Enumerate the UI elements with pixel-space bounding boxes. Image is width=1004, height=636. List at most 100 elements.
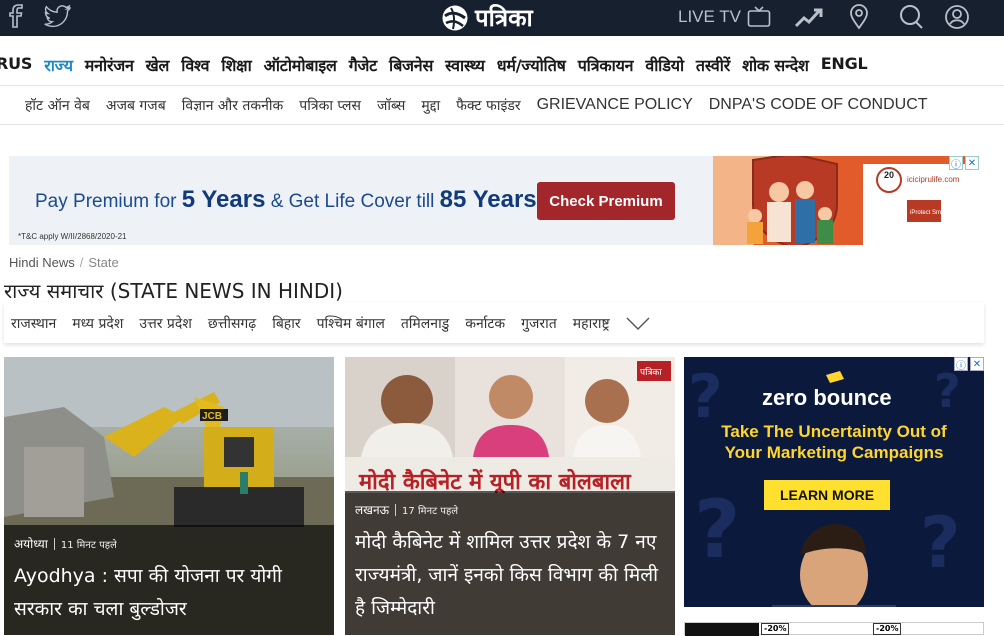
location-icon[interactable] <box>846 4 872 30</box>
ad-tagline-line-2: Your Marketing Campaigns <box>724 443 944 462</box>
subnav-item-dnpa-code[interactable]: DNPA'S CODE OF CONDUCT <box>709 96 928 115</box>
story-overlay: लखनऊ 17 मिनट पहले मोदी कैबिनेट में शामिल… <box>345 491 675 635</box>
story-card-ayodhya[interactable]: JCB अयोध्या 11 मिनट पहले Ayodhya : सपा क… <box>4 357 334 635</box>
breadcrumb-current: State <box>88 255 119 270</box>
story-city[interactable]: लखनऊ <box>355 501 389 518</box>
state-tab-west-bengal[interactable]: पश्चिम बंगाल <box>317 314 385 333</box>
ad-family-illustration: 20 iciciprulife.com iProtect Smart <box>713 156 979 245</box>
learn-more-button[interactable]: LEARN MORE <box>764 480 890 510</box>
subnav-item-hot-on-web[interactable]: हॉट ऑन वेब <box>25 96 90 115</box>
ad-info-icon[interactable]: ⓘ <box>949 156 963 171</box>
zerobounce-ad[interactable]: ? ? ? ? zero bounce Take The Uncertainty… <box>684 357 984 607</box>
state-tab-karnataka[interactable]: कर्नाटक <box>465 314 505 333</box>
subnav-item-jobs[interactable]: जॉब्स <box>377 96 405 115</box>
nav-item-rus[interactable]: RUS <box>0 54 32 76</box>
nav-item-patrikayan[interactable]: पत्रिकायन <box>578 54 634 76</box>
svg-text:?: ? <box>920 502 961 584</box>
story-city[interactable]: अयोध्या <box>14 535 48 552</box>
state-tab-uttar-pradesh[interactable]: उत्तर प्रदेश <box>139 314 191 333</box>
story-headline-line-2: सरकार का चला बुल्डोजर <box>14 598 187 620</box>
story-headline[interactable]: मोदी कैबिनेट में शामिल उत्तर प्रदेश के 7… <box>355 526 667 625</box>
svg-text:?: ? <box>934 364 961 418</box>
ad-text-mid: & Get Life Cover till <box>270 191 435 212</box>
top-ad-banner[interactable]: Pay Premium for 5 Years & Get Life Cover… <box>9 156 979 245</box>
jcb-label: JCB <box>202 411 222 422</box>
ad-close-icon[interactable]: ✕ <box>965 156 979 170</box>
story-headline-line-1: Ayodhya : सपा की योजना पर योगी <box>14 565 282 587</box>
nav-item-photos[interactable]: तस्वीरें <box>696 54 730 76</box>
ad-years-1: 5 Years <box>181 186 266 213</box>
ad-close-icon[interactable]: ✕ <box>970 357 984 371</box>
ad-product: iProtect Smart <box>910 210 948 216</box>
breadcrumb-home[interactable]: Hindi News <box>9 255 75 270</box>
state-tabs: राजस्थान मध्य प्रदेश उत्तर प्रदेश छत्तीस… <box>4 303 984 343</box>
ad-site: iciciprulife.com <box>907 175 960 184</box>
ad-choices[interactable]: ⓘ ✕ <box>949 156 979 171</box>
nav-item-religion[interactable]: धर्म/ज्योतिष <box>497 54 566 76</box>
breadcrumb-separator: / <box>79 255 84 270</box>
nav-item-video[interactable]: वीडियो <box>645 54 684 76</box>
ad-brand: zero bounce <box>762 385 892 410</box>
sub-nav: हॉट ऑन वेब अजब गजब विज्ञान और तकनीक पत्र… <box>0 85 1004 125</box>
nav-item-english[interactable]: ENGL <box>821 54 868 76</box>
facebook-icon[interactable] <box>6 4 28 28</box>
svg-text:?: ? <box>694 483 740 576</box>
subnav-item-science-tech[interactable]: विज्ञान और तकनीक <box>182 96 284 115</box>
breadcrumb: Hindi News / State <box>9 255 119 270</box>
patrika-watermark: पत्रिका <box>640 366 662 378</box>
story-card-lucknow[interactable]: पत्रिका मोदी कैबिनेट में यूपी का बोलबाला… <box>345 357 675 635</box>
search-icon[interactable] <box>898 4 924 30</box>
subnav-item-mudda[interactable]: मुद्दा <box>421 96 440 115</box>
nav-item-shiksha[interactable]: शिक्षा <box>221 54 251 76</box>
live-tv-link[interactable]: LIVE TV <box>678 6 771 28</box>
live-tv-label: LIVE TV <box>678 7 741 26</box>
top-bar: पत्रिका LIVE TV <box>0 0 1004 36</box>
patrika-logo[interactable]: पत्रिका <box>441 4 533 32</box>
brand-name: पत्रिका <box>475 4 533 32</box>
ad-tagline-line-1: Take The Uncertainty Out of <box>721 422 947 441</box>
nav-item-gadget[interactable]: गैजेट <box>349 54 378 76</box>
page-title: राज्य समाचार (STATE NEWS IN HINDI) <box>4 279 343 303</box>
nav-item-health[interactable]: स्वास्थ्य <box>445 54 485 76</box>
discount-badge-2: -20% <box>873 623 902 635</box>
tv-icon <box>747 6 771 27</box>
ad-choices[interactable]: ⓘ ✕ <box>954 357 984 372</box>
chevron-down-icon[interactable] <box>626 317 650 331</box>
ad-headline: Pay Premium for 5 Years & Get Life Cover… <box>35 186 540 214</box>
globe-logo-icon <box>442 5 468 31</box>
nav-item-manoranjan[interactable]: मनोरंजन <box>85 54 134 76</box>
nav-item-automobile[interactable]: ऑटोमोबाइल <box>264 54 337 76</box>
story-time: 11 मिनट पहले <box>60 539 117 551</box>
subnav-item-patrika-plus[interactable]: पत्रिका प्लस <box>299 96 361 115</box>
trending-icon[interactable] <box>794 4 824 30</box>
state-tab-maharashtra[interactable]: महाराष्ट्र <box>573 314 610 333</box>
nav-item-rajya[interactable]: राज्य <box>44 54 73 76</box>
nav-item-business[interactable]: बिजनेस <box>389 54 433 76</box>
story-headline-line-1: मोदी कैबिनेट में शामिल उत्तर प्रदेश के 7… <box>355 531 657 553</box>
state-tab-rajasthan[interactable]: राजस्थान <box>11 314 56 333</box>
state-tab-chhattisgarh[interactable]: छत्तीसगढ़ <box>208 314 256 333</box>
user-icon[interactable] <box>944 4 970 30</box>
ad-years-2: 85 Years <box>439 186 537 213</box>
state-tab-madhya-pradesh[interactable]: मध्य प्रदेश <box>72 314 123 333</box>
subnav-item-grievance-policy[interactable]: GRIEVANCE POLICY <box>537 96 693 115</box>
ad-text-prefix: Pay Premium for <box>35 191 177 212</box>
story-headline-line-2: राज्यमंत्री, जानें इनको किस विभाग की मिल… <box>355 564 658 586</box>
subnav-item-fact-finder[interactable]: फैक्ट फाइंडर <box>456 96 520 115</box>
state-tab-gujarat[interactable]: गुजरात <box>521 314 557 333</box>
subnav-item-ajab-gajab[interactable]: अजब गजब <box>106 96 166 115</box>
story-time: 17 मिनट पहले <box>402 505 459 517</box>
nav-item-khel[interactable]: खेल <box>146 54 170 76</box>
bottom-ad-strip[interactable]: -20% -20% <box>684 622 984 636</box>
ad-tagline: Take The Uncertainty Out of Your Marketi… <box>684 421 984 463</box>
story-headline[interactable]: Ayodhya : सपा की योजना पर योगी सरकार का … <box>14 560 326 626</box>
ad-info-icon[interactable]: ⓘ <box>954 357 968 372</box>
twitter-icon[interactable] <box>44 4 72 28</box>
nav-item-vishva[interactable]: विश्व <box>181 54 209 76</box>
state-tab-tamil-nadu[interactable]: तमिलनाडु <box>401 314 449 333</box>
check-premium-button[interactable]: Check Premium <box>537 182 675 220</box>
discount-badge-1: -20% <box>761 623 790 635</box>
ad-terms: *T&C apply W/II/2868/2020-21 <box>18 232 127 241</box>
nav-item-condolence[interactable]: शोक सन्देश <box>742 54 809 76</box>
state-tab-bihar[interactable]: बिहार <box>272 314 300 333</box>
